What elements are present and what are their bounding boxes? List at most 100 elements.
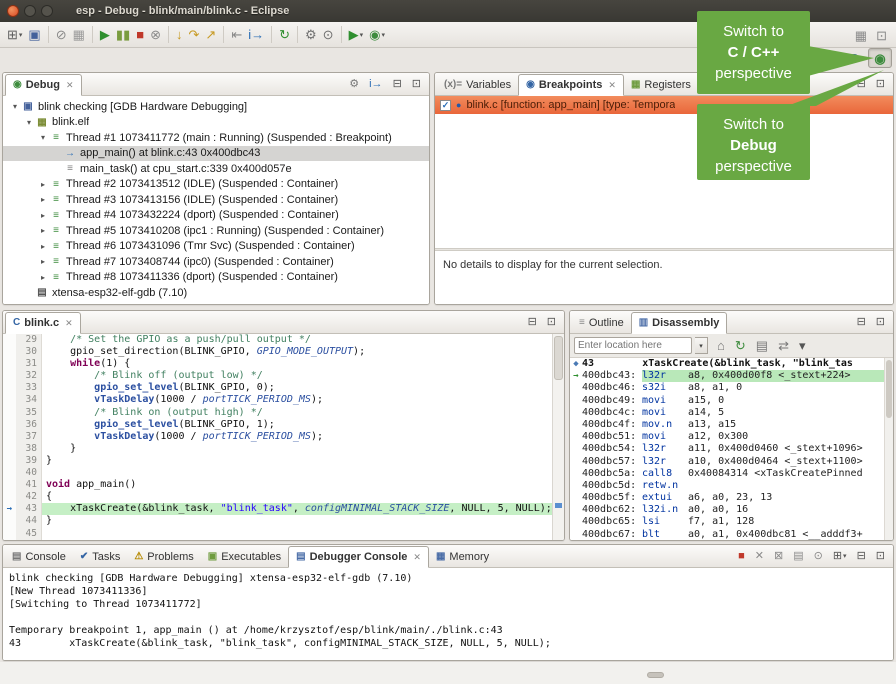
- expander-closed-icon[interactable]: ▸: [37, 211, 49, 220]
- code-line[interactable]: 29 /* Set the GPIO as a push/pull output…: [3, 334, 564, 346]
- remove-all-launches-icon[interactable]: ⊠: [771, 545, 786, 567]
- debug-last-button[interactable]: ◉▾: [366, 24, 388, 46]
- view-gear-icon[interactable]: ⚙: [346, 73, 362, 95]
- scrollbar-thumb[interactable]: [886, 360, 892, 418]
- code-line[interactable]: 34 vTaskDelay(1000 / portTICK_PERIOD_MS)…: [3, 394, 564, 406]
- disassembly-line[interactable]: 400dbc54:l32ra11, 0x400d0460 <_stext+109…: [570, 443, 884, 455]
- cpp-perspective-button[interactable]: C: [842, 48, 866, 68]
- code-line[interactable]: 30 gpio_set_direction(BLINK_GPIO, GPIO_M…: [3, 346, 564, 358]
- code-line[interactable]: 41void app_main(): [3, 479, 564, 491]
- tab-breakpoints[interactable]: ◉Breakpoints✕: [518, 74, 624, 96]
- current-instruction-pointer-icon[interactable]: →: [3, 503, 16, 515]
- tab-debugger-console[interactable]: ▤Debugger Console✕: [288, 546, 429, 568]
- line-marker-gutter[interactable]: [3, 370, 16, 382]
- step-over-button[interactable]: ↷: [186, 24, 203, 46]
- editor-scrollbar[interactable]: [552, 334, 564, 540]
- debug-tree-row[interactable]: ▸≡Thread #7 1073408744 (ipc0) (Suspended…: [3, 254, 429, 270]
- code-line[interactable]: 36 gpio_set_level(BLINK_GPIO, 1);: [3, 419, 564, 431]
- overview-marker[interactable]: [555, 503, 562, 508]
- line-marker-gutter[interactable]: [3, 419, 16, 431]
- debug-tree-row[interactable]: ▸≡Thread #2 1073413512 (IDLE) (Suspended…: [3, 177, 429, 193]
- breakpoint-list[interactable]: ✓ ● blink.c [function: app_main] [type: …: [435, 96, 893, 248]
- step-into-button[interactable]: ↓: [173, 24, 186, 46]
- disassembly-line[interactable]: 400dbc51:movia12, 0x300: [570, 431, 884, 443]
- debug-tree-row[interactable]: →app_main() at blink.c:43 0x400dbc43: [3, 146, 429, 162]
- debug-tree-row[interactable]: ▸≡Thread #3 1073413156 (IDLE) (Suspended…: [3, 192, 429, 208]
- suspend-button[interactable]: ▮▮: [113, 24, 133, 46]
- drop-to-frame-button[interactable]: ⇤: [228, 24, 245, 46]
- show-source-icon[interactable]: ▤: [753, 335, 771, 357]
- expander-closed-icon[interactable]: ▸: [37, 195, 49, 204]
- tab-debug[interactable]: ◉Debug✕: [5, 74, 82, 96]
- expander-closed-icon[interactable]: ▸: [37, 242, 49, 251]
- tab-console[interactable]: ▤Console: [5, 546, 73, 567]
- line-marker-gutter[interactable]: [3, 358, 16, 370]
- maximize-view-icon[interactable]: ⊡: [409, 73, 424, 95]
- disassembly-line[interactable]: 400dbc46:s32ia8, a1, 0: [570, 382, 884, 394]
- disassembly-line[interactable]: 400dbc4f:mov.na13, a15: [570, 419, 884, 431]
- editor-lines[interactable]: 29 /* Set the GPIO as a push/pull output…: [3, 334, 564, 540]
- tab-outline[interactable]: ≡Outline: [572, 312, 631, 333]
- expander-closed-icon[interactable]: ▸: [37, 226, 49, 235]
- maximize-view-icon[interactable]: ⊡: [544, 311, 559, 333]
- disassembly-line[interactable]: 400dbc5a:call80x40084314 <xTaskCreatePin…: [570, 468, 884, 480]
- disassembly-line[interactable]: →400dbc43:l32ra8, 0x400d00f8 <_stext+224…: [570, 370, 884, 382]
- disassembly-line[interactable]: 400dbc57:l32ra10, 0x400d0464 <_stext+110…: [570, 456, 884, 468]
- debug-tree-row[interactable]: ▸≡Thread #8 1073411336 (dport) (Suspende…: [3, 270, 429, 286]
- disassembly-scrollbar[interactable]: [884, 358, 893, 540]
- tab-memory[interactable]: ▦Memory: [429, 546, 496, 567]
- debug-tree-row[interactable]: ▾▣blink checking [GDB Hardware Debugging…: [3, 99, 429, 115]
- editor-presentation-button[interactable]: ⊡: [873, 24, 890, 46]
- debug-tree-row[interactable]: ▸≡Thread #6 1073431096 (Tmr Svc) (Suspen…: [3, 239, 429, 255]
- expander-closed-icon[interactable]: ▸: [37, 257, 49, 266]
- line-marker-gutter[interactable]: [3, 431, 16, 443]
- debug-tree-row[interactable]: ≡main_task() at cpu_start.c:339 0x400d05…: [3, 161, 429, 177]
- search-button[interactable]: ⊙: [320, 24, 337, 46]
- disassembly-line[interactable]: ◆43 xTaskCreate(&blink_task, "blink_tas: [570, 358, 884, 370]
- maximize-view-icon[interactable]: ⊡: [873, 545, 888, 567]
- console-output[interactable]: blink checking [GDB Hardware Debugging] …: [3, 568, 893, 660]
- view-menu-icon[interactable]: ▾: [796, 335, 809, 357]
- tab-blink-c[interactable]: Cblink.c✕: [5, 312, 81, 334]
- close-tab-icon[interactable]: ✕: [66, 80, 74, 91]
- minimize-view-icon[interactable]: ⊟: [525, 311, 540, 333]
- show-breakpoints-button[interactable]: ▦: [70, 24, 88, 46]
- maximize-button[interactable]: [41, 5, 53, 17]
- breakpoint-row[interactable]: ✓ ● blink.c [function: app_main] [type: …: [435, 96, 893, 114]
- line-marker-gutter[interactable]: [3, 382, 16, 394]
- step-return-button[interactable]: ↗: [202, 24, 219, 46]
- skip-breakpoints-button[interactable]: ⊘: [53, 24, 70, 46]
- line-marker-gutter[interactable]: [3, 346, 16, 358]
- close-tab-icon[interactable]: ✕: [608, 80, 616, 91]
- close-tab-icon[interactable]: ✕: [65, 318, 73, 329]
- line-marker-gutter[interactable]: [3, 407, 16, 419]
- disassembly-line[interactable]: 400dbc67:blta0, a1, 0x400dbc81 <__adddf3…: [570, 529, 884, 540]
- tab-disassembly[interactable]: ▥Disassembly: [631, 312, 728, 334]
- code-line[interactable]: 35 /* Blink on (output high) */: [3, 407, 564, 419]
- minimize-view-icon[interactable]: ⊟: [854, 73, 869, 95]
- open-console-icon[interactable]: ⊞▾: [830, 545, 850, 567]
- close-tab-icon[interactable]: ✕: [413, 552, 421, 563]
- close-button[interactable]: [7, 5, 19, 17]
- link-context-icon[interactable]: ⇄: [775, 335, 792, 357]
- disassembly-line[interactable]: 400dbc49:movia15, 0: [570, 395, 884, 407]
- terminate-button[interactable]: ■: [133, 24, 147, 46]
- open-perspective-button[interactable]: ⊞▾: [816, 48, 840, 68]
- maximize-view-icon[interactable]: ⊡: [873, 311, 888, 333]
- code-line[interactable]: 40: [3, 467, 564, 479]
- instruction-stepping-mode-icon[interactable]: i→: [366, 73, 385, 95]
- code-line[interactable]: 37 vTaskDelay(1000 / portTICK_PERIOD_MS)…: [3, 431, 564, 443]
- minimize-view-icon[interactable]: ⊟: [854, 545, 869, 567]
- tab-tasks[interactable]: ✔Tasks: [73, 546, 128, 567]
- clear-console-icon[interactable]: ▤: [790, 545, 806, 567]
- line-marker-gutter[interactable]: [3, 515, 16, 527]
- save-button[interactable]: ▣: [25, 24, 43, 46]
- expander-open-icon[interactable]: ▾: [9, 102, 21, 111]
- scrollbar-thumb[interactable]: [554, 336, 563, 380]
- disassembly-line[interactable]: 400dbc5d:retw.n: [570, 480, 884, 492]
- line-marker-gutter[interactable]: [3, 334, 16, 346]
- home-icon[interactable]: ⌂: [714, 335, 728, 357]
- disassembly-lines[interactable]: ◆43 xTaskCreate(&blink_task, "blink_tas→…: [570, 358, 884, 540]
- location-input[interactable]: [574, 337, 692, 354]
- code-line[interactable]: 42{: [3, 491, 564, 503]
